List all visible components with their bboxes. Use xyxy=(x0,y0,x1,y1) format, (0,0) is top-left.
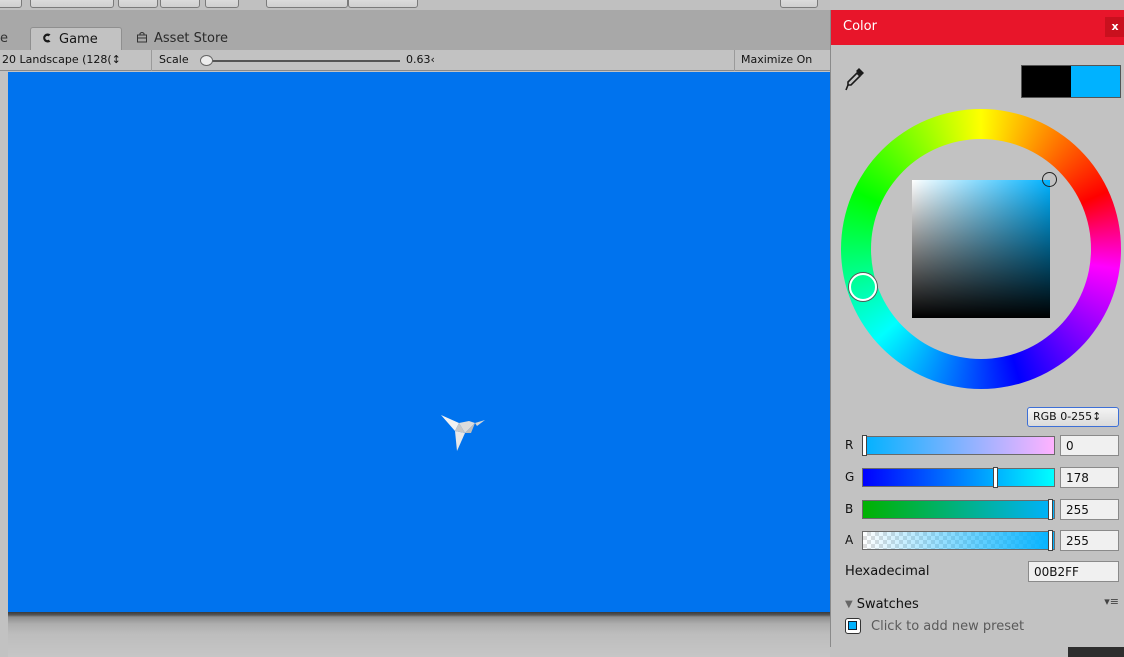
channel-slider-knob-a[interactable] xyxy=(1048,530,1053,551)
toolbar-center-button[interactable] xyxy=(266,0,348,8)
toolbar-rect-button[interactable] xyxy=(160,0,200,8)
color-picker-title-bar[interactable]: Color x xyxy=(831,10,1124,45)
toolbar-pan-button[interactable] xyxy=(0,0,22,8)
close-button[interactable]: x xyxy=(1105,17,1124,37)
toolbar-scale-button[interactable] xyxy=(118,0,158,8)
tab-cut-off-label: e xyxy=(0,31,8,46)
tab-cut-off[interactable]: e xyxy=(0,27,14,50)
channel-row-g: G 178 xyxy=(831,466,1124,490)
channel-row-r: R 0 xyxy=(831,434,1124,458)
channel-field-g[interactable]: 178 xyxy=(1060,467,1119,488)
channel-field-a[interactable]: 255 xyxy=(1060,530,1119,551)
eyedropper-icon[interactable] xyxy=(845,66,867,92)
channel-slider-r[interactable] xyxy=(862,435,1055,456)
add-preset-label: Click to add new preset xyxy=(871,618,1025,634)
channel-label-g: G xyxy=(845,470,855,484)
maximize-on-play-label: Maximize On xyxy=(741,53,813,66)
tab-asset-store-label: Asset Store xyxy=(154,31,229,46)
maximize-on-play-toggle[interactable]: Maximize On xyxy=(734,50,830,71)
hexadecimal-row: Hexadecimal 00B2FF xyxy=(831,561,1124,585)
channel-slider-knob-b[interactable] xyxy=(1048,499,1053,520)
add-preset-button[interactable] xyxy=(845,618,861,634)
game-controller-icon xyxy=(41,32,53,48)
editor-tab-bar: e Game Asset Store xyxy=(0,10,830,50)
channel-label-b: B xyxy=(845,502,854,516)
channel-field-b[interactable]: 255 xyxy=(1060,499,1119,520)
main-toolbar xyxy=(0,0,830,10)
channel-label-a: A xyxy=(845,533,854,547)
close-icon: x xyxy=(1111,20,1119,33)
game-viewport[interactable] xyxy=(8,72,830,612)
swatches-menu-icon[interactable]: ▾≡ xyxy=(1104,595,1119,608)
game-view-controls: 20 Landscape (128(↕ Scale 0.63‹ Maximize… xyxy=(0,50,830,71)
scale-slider-track xyxy=(205,60,400,62)
bottom-panel-edge xyxy=(830,647,1068,657)
aspect-ratio-value: 20 Landscape (128(↕ xyxy=(2,53,121,66)
origami-bird-icon xyxy=(441,415,485,451)
toolbar-move-button[interactable] xyxy=(30,0,114,8)
status-bar-corner xyxy=(1068,647,1124,657)
channel-row-b: B 255 xyxy=(831,498,1124,522)
channel-field-r[interactable]: 0 xyxy=(1060,435,1119,456)
swatches-label: Swatches xyxy=(856,596,919,612)
aspect-ratio-dropdown[interactable]: 20 Landscape (128(↕ xyxy=(0,50,152,71)
swatches-foldout[interactable]: ▼ Swatches ▾≡ xyxy=(845,594,1121,614)
scale-label: Scale xyxy=(159,53,189,66)
channel-label-r: R xyxy=(845,438,854,452)
toolbar-play-button[interactable] xyxy=(780,0,818,8)
game-viewport-bottom-edge xyxy=(8,612,830,657)
current-color-swatch xyxy=(1071,66,1120,97)
scale-slider[interactable] xyxy=(200,55,400,66)
color-picker-window: Color x RGB 0-255↕ R 0 G 178 B 255 A 255… xyxy=(830,10,1124,647)
color-picker-title: Color xyxy=(843,19,877,34)
hue-wheel-handle[interactable] xyxy=(849,273,877,301)
previous-color-swatch[interactable] xyxy=(1022,66,1071,97)
scale-value: 0.63‹ xyxy=(406,53,435,66)
hexadecimal-label: Hexadecimal xyxy=(845,564,930,579)
hexadecimal-field[interactable]: 00B2FF xyxy=(1028,561,1119,582)
channel-slider-g[interactable] xyxy=(862,467,1055,488)
toolbar-transform-button[interactable] xyxy=(205,0,239,8)
shopping-bag-icon xyxy=(136,31,148,47)
left-panel-edge xyxy=(0,72,8,657)
color-preview-swatch xyxy=(1021,65,1121,98)
foldout-arrow-icon: ▼ xyxy=(845,598,853,610)
tab-game[interactable]: Game xyxy=(30,27,122,50)
preset-color-icon xyxy=(848,621,857,630)
channel-slider-knob-r[interactable] xyxy=(862,435,867,456)
channel-slider-knob-g[interactable] xyxy=(993,467,998,488)
tab-asset-store[interactable]: Asset Store xyxy=(126,27,250,50)
saturation-value-handle[interactable] xyxy=(1042,172,1057,187)
saturation-value-square[interactable] xyxy=(912,180,1050,318)
tab-game-label: Game xyxy=(59,32,98,47)
color-mode-dropdown[interactable]: RGB 0-255↕ xyxy=(1027,407,1119,427)
toolbar-local-button[interactable] xyxy=(348,0,418,8)
channel-row-a: A 255 xyxy=(831,529,1124,553)
scale-slider-thumb[interactable] xyxy=(200,55,213,66)
add-preset-row[interactable]: Click to add new preset xyxy=(845,616,1121,636)
channel-slider-b[interactable] xyxy=(862,499,1055,520)
channel-slider-a[interactable] xyxy=(862,530,1055,551)
color-mode-value: RGB 0-255↕ xyxy=(1033,410,1102,423)
